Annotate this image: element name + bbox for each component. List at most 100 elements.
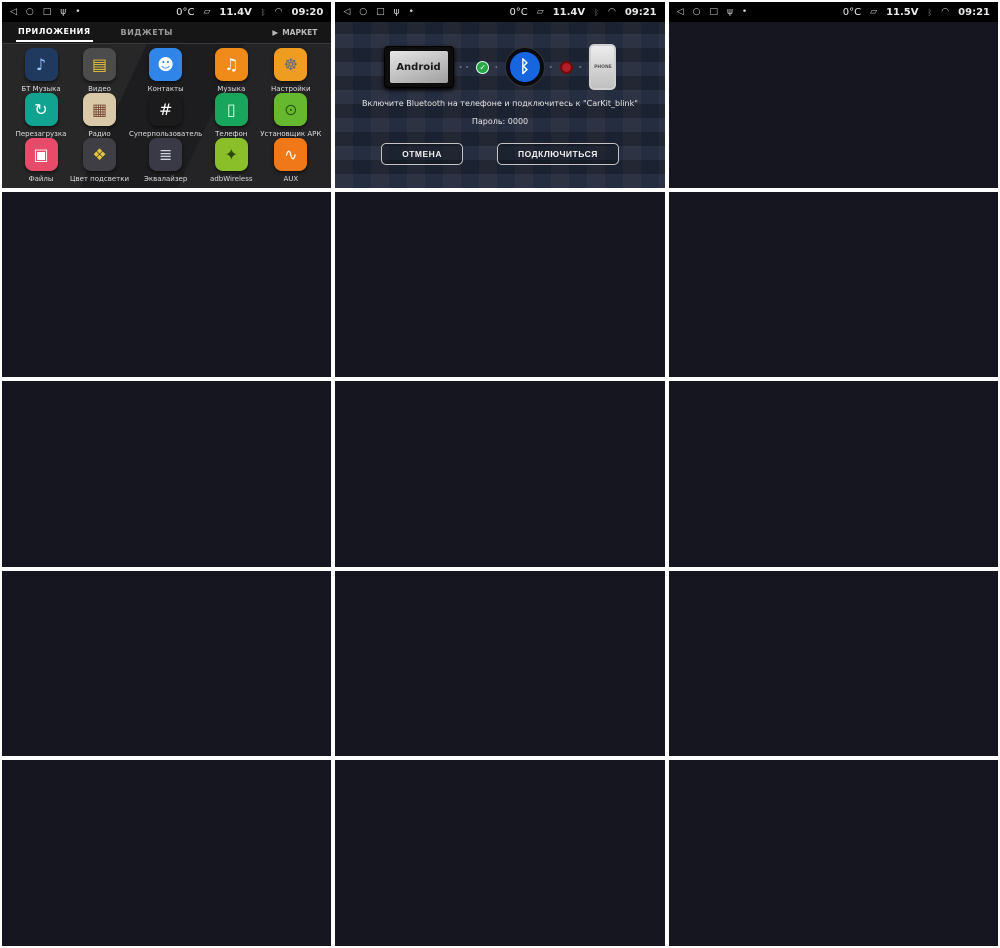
app-icon: ♫	[215, 48, 248, 81]
panel-obd-settings	[2, 192, 331, 378]
status-voltage: 11.4V	[553, 7, 585, 18]
panel-balance	[335, 381, 664, 567]
cancel-button[interactable]: ОТМЕНА	[381, 143, 463, 165]
app-label: Контакты	[148, 85, 184, 93]
app-label: Эквалайзер	[144, 175, 187, 183]
app-Настройки[interactable]: ☸ Настройки	[260, 48, 321, 93]
app-Контакты[interactable]: ☻ Контакты	[129, 48, 202, 93]
status-temp: 0°C	[509, 7, 527, 18]
circle-icon[interactable]: ○	[359, 7, 367, 17]
pairing-graphic: Android∙∙✓∙ᛒ∙∙PHONE	[384, 44, 617, 90]
app-label: Суперпользователь	[129, 130, 202, 138]
launcher-tabs: ПРИЛОЖЕНИЯ ВИДЖЕТЫ ▶МАРКЕТ	[2, 22, 331, 44]
panel-360-calibration	[669, 760, 998, 946]
panel-app-launcher: ◁○□ψ•0°C▱11.4Vᛒ◠09:20ПРИЛОЖЕНИЯВИДЖЕТЫ▶М…	[2, 2, 331, 188]
app-icon: ∿	[274, 138, 307, 171]
circle-icon[interactable]: ○	[26, 7, 34, 17]
back-icon[interactable]: ◁	[677, 7, 684, 17]
screenshot-grid: ◁ ○ □ ψ • 0°C ▱ 11.4V ᛒ ◠ 09:20 ПРИЛОЖЕНИЯ ВИДЖЕТЫ ▶М…	[0, 0, 1000, 948]
bluetooth-icon: ᛒ	[261, 8, 266, 17]
square-icon[interactable]: □	[709, 7, 718, 17]
app-icon: #	[149, 93, 182, 126]
app-Суперпользователь[interactable]: # Суперпользователь	[129, 93, 202, 138]
pairing-password: Пароль: 0000	[472, 117, 528, 126]
app-icon: ≣	[149, 138, 182, 171]
app-Видео[interactable]: ▤ Видео	[70, 48, 129, 93]
phone-label: PHONE	[594, 65, 612, 70]
app-icon: ⊙	[274, 93, 307, 126]
app-Музыка[interactable]: ♫ Музыка	[202, 48, 260, 93]
app-icon: ▦	[83, 93, 116, 126]
square-icon[interactable]: □	[376, 7, 385, 17]
app-label: adbWireless	[210, 175, 252, 183]
app-label: Файлы	[29, 175, 54, 183]
wifi-icon: ◠	[608, 7, 616, 17]
market-button[interactable]: ▶МАРКЕТ	[272, 28, 317, 37]
wifi-icon: ◠	[941, 7, 949, 17]
usb-icon: ψ	[394, 7, 400, 17]
pairing-instruction: Включите Bluetooth на телефоне и подключ…	[362, 99, 638, 108]
app-icon: ✦	[215, 138, 248, 171]
circle-icon[interactable]: ○	[693, 7, 701, 17]
usb-icon: ψ	[727, 7, 733, 17]
dot-icon: •	[75, 7, 80, 17]
launcher: ПРИЛОЖЕНИЯ ВИДЖЕТЫ ▶МАРКЕТ ♪ БТ Музыка ▤ Видео…	[2, 22, 331, 188]
panel-bluetooth-pairing: ◁○□ψ•0°C▱11.4Vᛒ◠09:21Android∙∙✓∙ᛒ∙∙PHONE…	[335, 2, 664, 188]
bluetooth-icon: ᛒ	[506, 48, 544, 86]
back-icon[interactable]: ◁	[343, 7, 350, 17]
app-adbWireless[interactable]: ✦ adbWireless	[202, 138, 260, 183]
tab-widgets[interactable]: ВИДЖЕТЫ	[119, 24, 175, 41]
app-БТ Музыка[interactable]: ♪ БТ Музыка	[12, 48, 70, 93]
battery-icon: ▱	[537, 7, 544, 17]
app-Перезагрузка[interactable]: ↻ Перезагрузка	[12, 93, 70, 138]
status-time: 09:20	[291, 7, 323, 18]
app-Файлы[interactable]: ▣Файлы	[12, 138, 70, 183]
back-icon[interactable]: ◁	[10, 7, 17, 17]
wifi-icon: ◠	[275, 7, 283, 17]
bt-pairing: Android∙∙✓∙ᛒ∙∙PHONEВключите Bluetooth на…	[335, 22, 664, 188]
bluetooth-icon: ᛒ	[927, 8, 932, 17]
link-dots: ∙	[494, 63, 500, 71]
app-Установщик АРК[interactable]: ⊙Установщик АРК	[260, 93, 321, 138]
app-icon: ▤	[83, 48, 116, 81]
link-dots: ∙∙	[459, 63, 472, 71]
status-voltage: 11.4V	[219, 7, 251, 18]
app-icon: ☻	[149, 48, 182, 81]
panel-changelog	[2, 571, 331, 757]
status-bar: ◁○□ψ•0°C▱11.4Vᛒ◠09:21	[335, 2, 664, 22]
check-icon: ✓	[476, 61, 489, 74]
battery-icon: ▱	[203, 7, 210, 17]
panel-bluetooth-manager: ◁○□ψ•0°C▱11.5Vᛒ◠09:21	[669, 2, 998, 188]
app-label: Радио	[88, 130, 110, 138]
status-temp: 0°C	[176, 7, 194, 18]
panel-surround-sound	[669, 192, 998, 378]
tab-applications[interactable]: ПРИЛОЖЕНИЯ	[16, 23, 93, 42]
app-label: AUX	[283, 175, 298, 183]
app-Телефон[interactable]: ▯Телефон	[202, 93, 260, 138]
square-icon[interactable]: □	[43, 7, 52, 17]
status-bar: ◁○□ψ•0°C▱11.4Vᛒ◠09:20	[2, 2, 331, 22]
bluetooth-icon: ᛒ	[594, 8, 599, 17]
app-label: Перезагрузка	[16, 130, 67, 138]
app-label: Музыка	[217, 85, 245, 93]
app-icon: ↻	[25, 93, 58, 126]
app-AUX[interactable]: ∿ AUX	[260, 138, 321, 183]
app-Радио[interactable]: ▦ Радио	[70, 93, 129, 138]
panel-360-basic-settings	[2, 760, 331, 946]
app-Эквалайзер[interactable]: ≣ Эквалайзер	[129, 138, 202, 183]
dot-icon: •	[742, 7, 747, 17]
app-label: Видео	[88, 85, 111, 93]
status-time: 09:21	[958, 7, 990, 18]
link-dots: ∙	[549, 63, 555, 71]
panel-about-device	[335, 571, 664, 757]
connect-button[interactable]: ПОДКЛЮЧИТЬСЯ	[497, 143, 619, 165]
market-label: МАРКЕТ	[282, 28, 317, 37]
app-label: БТ Музыка	[21, 85, 60, 93]
status-temp: 0°C	[843, 7, 861, 18]
app-label: Настройки	[271, 85, 311, 93]
app-icon: ☸	[274, 48, 307, 81]
app-icon: ♪	[25, 48, 58, 81]
app-Цвет подсветки[interactable]: ❖Цвет подсветки	[70, 138, 129, 183]
app-grid: ♪ БТ Музыка ▤ Видео ☻ Контакты ♫ Музыка ☸ Настрой…	[2, 44, 331, 188]
status-time: 09:21	[625, 7, 657, 18]
